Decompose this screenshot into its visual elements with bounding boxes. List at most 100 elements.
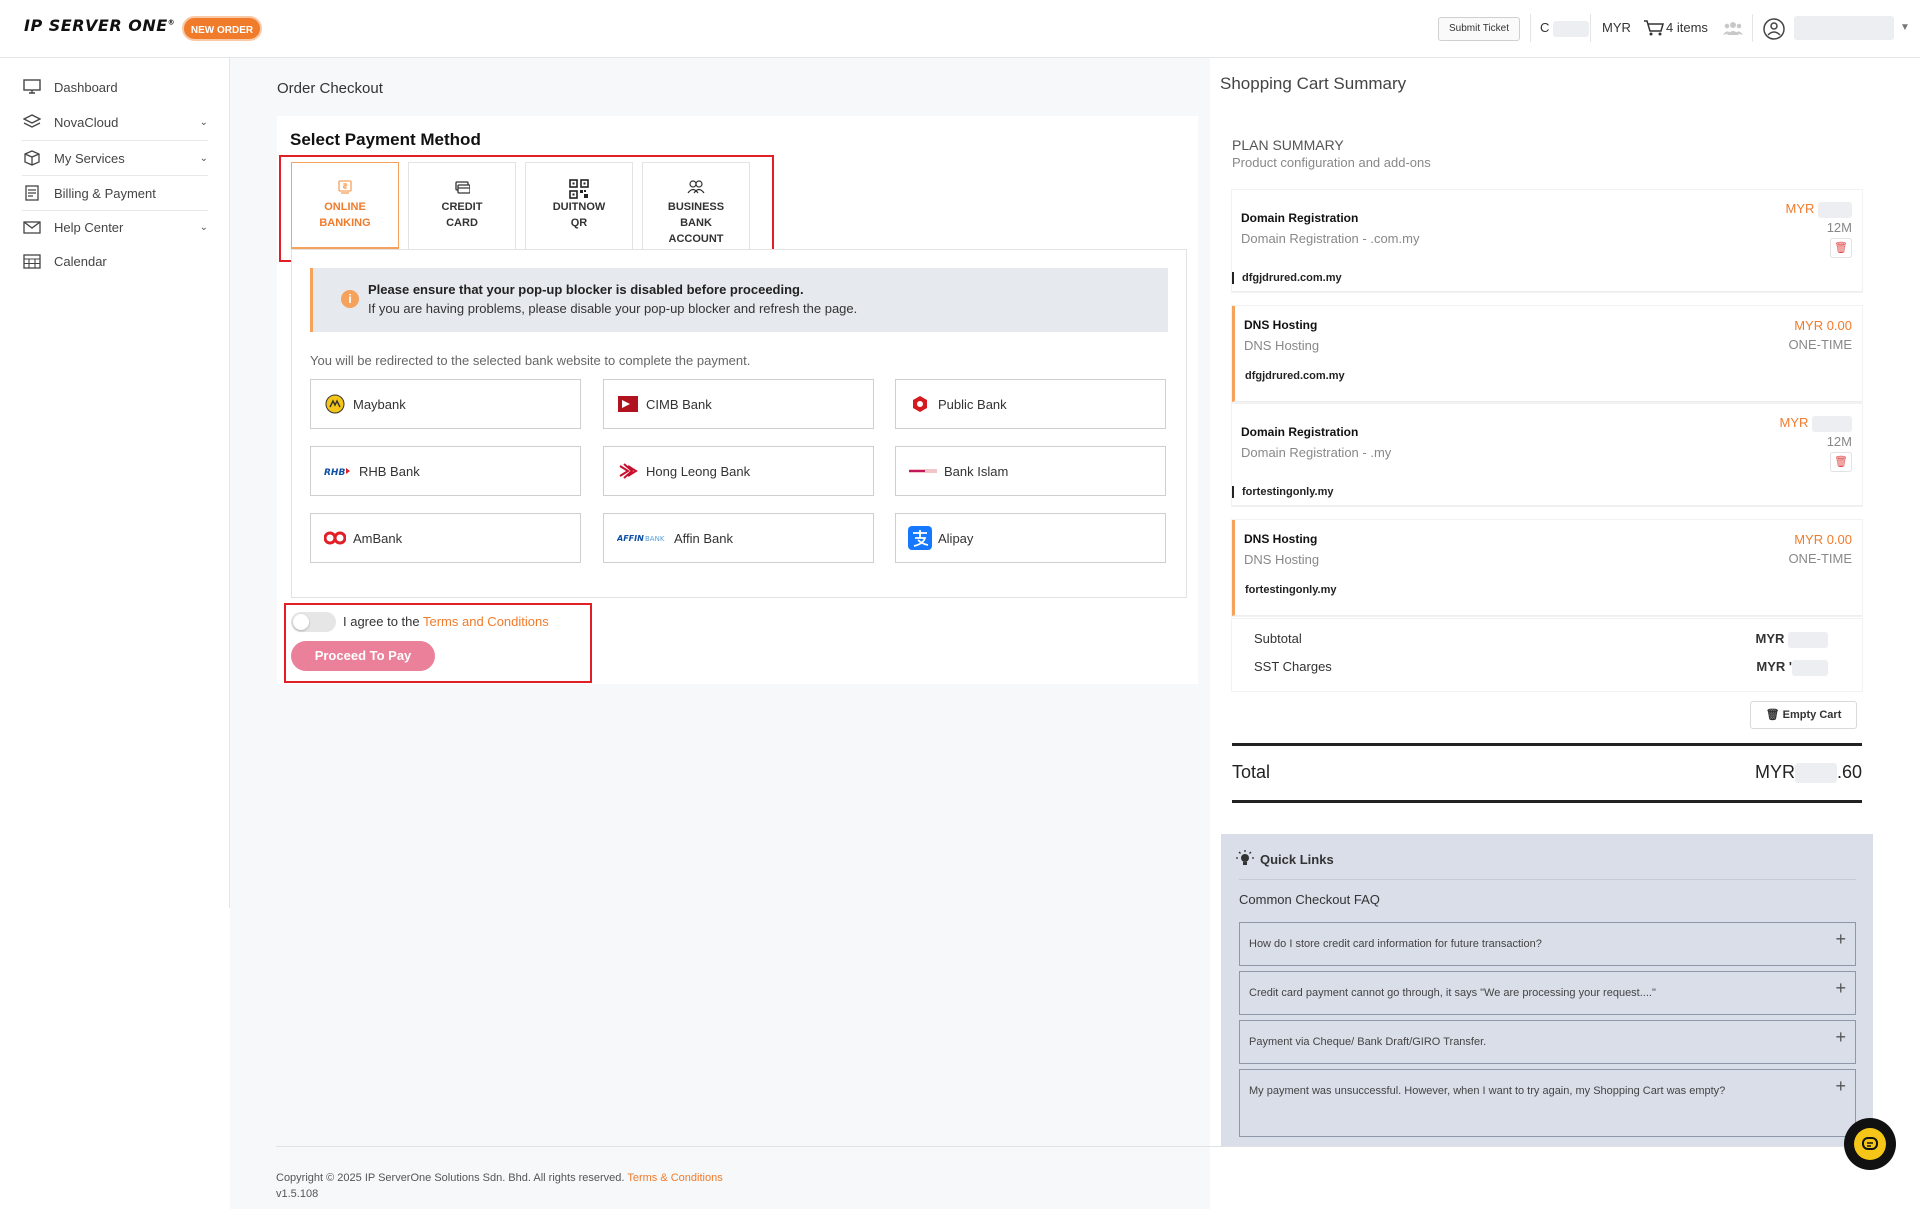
invoice-icon (22, 184, 42, 202)
bank-option-alipay[interactable]: Alipay (895, 513, 1166, 563)
trash-icon[interactable]: 🗑 (1830, 238, 1852, 258)
plus-icon[interactable]: + (1835, 929, 1846, 950)
redirect-note: You will be redirected to the selected b… (310, 353, 751, 368)
faq-item[interactable]: My payment was unsuccessful. However, wh… (1239, 1069, 1856, 1137)
proceed-to-pay-button[interactable]: Proceed To Pay (291, 641, 435, 671)
mail-icon (22, 218, 42, 236)
sidebar: Dashboard NovaCloud ⌄ My Services ⌄ Bill… (0, 58, 230, 908)
logo[interactable]: IP SERVER ONE® (24, 16, 175, 35)
lightbulb-icon (1236, 850, 1254, 865)
sidebar-item-label: Billing & Payment (54, 185, 156, 201)
faq-item[interactable]: How do I store credit card information f… (1239, 922, 1856, 966)
tab-label: DUITNOW QR (552, 201, 606, 229)
bank-label: RHB Bank (359, 463, 420, 479)
public-bank-logo-icon (908, 394, 932, 414)
cart-count[interactable]: 4 items (1666, 20, 1708, 35)
item-price: MYR 0.00 (1794, 532, 1852, 547)
bank-label: AmBank (353, 530, 403, 546)
bank-label: Public Bank (938, 396, 1007, 412)
sidebar-item-help-center[interactable]: Help Center ⌄ (22, 210, 208, 244)
bank-option-public-bank[interactable]: Public Bank (895, 379, 1166, 429)
chevron-down-icon[interactable]: ⌄ (200, 117, 208, 128)
chevron-down-icon[interactable]: ⌄ (200, 153, 208, 164)
bank-islam-logo-icon (908, 461, 938, 481)
alert-body: If you are having problems, please disab… (368, 301, 858, 316)
bank-option-hong-leong[interactable]: Hong Leong Bank (603, 446, 874, 496)
tab-online-banking[interactable]: ONLINE BANKING (291, 162, 399, 250)
tab-label: ONLINE BANKING (319, 201, 371, 229)
affin-logo-icon: AFFIN BANK (616, 528, 668, 548)
item-price: MYR 0.00 (1794, 318, 1852, 333)
empty-cart-button[interactable]: 🗑 Empty Cart (1750, 701, 1857, 729)
bank-option-ambank[interactable]: AmBank (310, 513, 581, 563)
trash-icon[interactable]: 🗑 (1830, 452, 1852, 472)
bank-option-affin[interactable]: AFFIN BANK Affin Bank (603, 513, 874, 563)
tab-credit-card[interactable]: CREDIT CARD (408, 162, 516, 250)
faq-title: Common Checkout FAQ (1239, 892, 1380, 907)
plus-icon[interactable]: + (1835, 1027, 1846, 1048)
users-icon (643, 179, 749, 197)
user-avatar-icon[interactable] (1763, 18, 1785, 40)
faq-question: Credit card payment cannot go through, i… (1249, 987, 1656, 999)
total-label: Total (1232, 762, 1271, 782)
sst-row: SST Charges MYR ' (1254, 659, 1844, 676)
currency-selector[interactable]: MYR (1602, 20, 1631, 35)
item-cycle: ONE-TIME (1788, 337, 1852, 352)
sst-value: MYR ' (1756, 659, 1828, 676)
chevron-down-icon[interactable]: ▼ (1900, 22, 1910, 33)
sidebar-item-billing[interactable]: Billing & Payment (22, 176, 208, 210)
chat-button[interactable] (1844, 1118, 1896, 1170)
cloud-icon (22, 113, 42, 131)
bank-label: Alipay (938, 530, 974, 546)
faq-item[interactable]: Payment via Cheque/ Bank Draft/GIRO Tran… (1239, 1020, 1856, 1064)
sidebar-item-calendar[interactable]: Calendar (22, 244, 208, 278)
plus-icon[interactable]: + (1835, 1076, 1846, 1097)
item-name: DNS Hosting (1244, 532, 1318, 546)
tab-business-bank-account[interactable]: BUSINESS BANK ACCOUNT (642, 162, 750, 250)
team-icon[interactable] (1723, 20, 1743, 36)
sidebar-item-label: My Services (54, 150, 125, 166)
plan-summary-subtitle: Product configuration and add-ons (1232, 155, 1431, 170)
sidebar-item-label: Dashboard (54, 79, 118, 95)
box-icon (22, 149, 42, 167)
tab-duitnow-qr[interactable]: DUITNOW QR (525, 162, 633, 250)
sidebar-item-novacloud[interactable]: NovaCloud ⌄ (22, 105, 208, 139)
sidebar-item-my-services[interactable]: My Services ⌄ (22, 141, 208, 175)
alipay-logo-icon (908, 526, 932, 550)
new-order-button[interactable]: NEW ORDER (182, 16, 262, 41)
cart-item: DNS Hosting DNS Hosting MYR 0.00 ONE-TIM… (1232, 306, 1862, 402)
credit-card-icon (409, 179, 515, 197)
cart-icon[interactable] (1643, 19, 1665, 37)
bank-option-bank-islam[interactable]: Bank Islam (895, 446, 1166, 496)
svg-text:RHB: RHB (324, 468, 345, 477)
account-selector[interactable]: C (1540, 20, 1590, 37)
item-domain: fortestingonly.my (1245, 584, 1337, 596)
faq-question: Payment via Cheque/ Bank Draft/GIRO Tran… (1249, 1036, 1487, 1048)
plus-icon[interactable]: + (1835, 978, 1846, 999)
chevron-down-icon[interactable]: ⌄ (200, 222, 208, 233)
footer-terms-link[interactable]: Terms & Conditions (627, 1172, 722, 1184)
item-domain: fortestingonly.my (1232, 486, 1333, 498)
sidebar-item-label: Calendar (54, 253, 107, 269)
bank-option-cimb[interactable]: CIMB Bank (603, 379, 874, 429)
faq-item[interactable]: Credit card payment cannot go through, i… (1239, 971, 1856, 1015)
sst-label: SST Charges (1254, 659, 1332, 674)
cart-item: Domain Registration Domain Registration … (1232, 404, 1862, 506)
cart-item: Domain Registration Domain Registration … (1232, 190, 1862, 292)
divider (1530, 14, 1531, 42)
sidebar-item-dashboard[interactable]: Dashboard (22, 70, 208, 104)
footer-divider (276, 1146, 1896, 1147)
submit-ticket-button[interactable]: Submit Ticket (1438, 17, 1520, 41)
quick-links-panel: Quick Links Common Checkout FAQ How do I… (1221, 834, 1873, 1146)
plan-summary-heading: PLAN SUMMARY (1232, 137, 1344, 153)
total-divider (1232, 743, 1862, 746)
item-price: MYR (1779, 415, 1852, 432)
item-description: Domain Registration - .my (1241, 445, 1392, 460)
terms-link[interactable]: Terms and Conditions (423, 614, 549, 629)
sidebar-item-label: Help Center (54, 219, 124, 235)
agree-toggle[interactable] (291, 612, 336, 632)
user-name-redacted[interactable] (1794, 16, 1894, 40)
bank-option-maybank[interactable]: Maybank (310, 379, 581, 429)
trash-icon: 🗑 (1765, 709, 1780, 721)
bank-option-rhb[interactable]: RHB RHB Bank (310, 446, 581, 496)
